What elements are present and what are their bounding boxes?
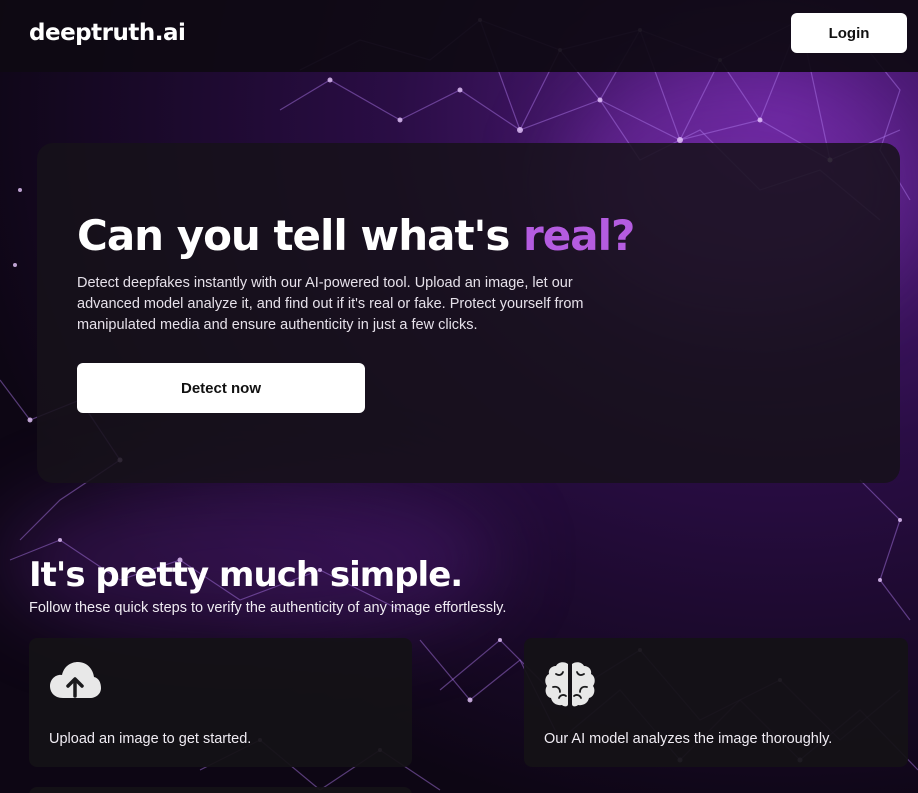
brain-icon	[544, 660, 596, 707]
step-text: Upload an image to get started.	[49, 731, 252, 747]
hero-title-main: Can you tell what's	[77, 211, 524, 260]
step-text: Our AI model analyzes the image thorough…	[544, 731, 833, 747]
step-card-analyze: Our AI model analyzes the image thorough…	[524, 638, 908, 767]
site-header: deeptruth.ai Login	[0, 0, 918, 72]
cloud-upload-icon	[49, 660, 101, 704]
detect-now-button[interactable]: Detect now	[77, 363, 365, 413]
login-button[interactable]: Login	[791, 13, 907, 53]
step-card-partial	[29, 787, 412, 793]
steps-subtitle: Follow these quick steps to verify the a…	[29, 600, 507, 616]
hero-description: Detect deepfakes instantly with our AI-p…	[77, 275, 584, 333]
brand-logo[interactable]: deeptruth.ai	[29, 20, 186, 46]
hero-card: Can you tell what's real? Detect deepfak…	[37, 143, 900, 483]
hero-title: Can you tell what's real?	[77, 211, 635, 260]
hero-title-accent: real?	[523, 211, 635, 260]
steps-title: It's pretty much simple.	[29, 555, 463, 595]
step-card-upload: Upload an image to get started.	[29, 638, 412, 767]
